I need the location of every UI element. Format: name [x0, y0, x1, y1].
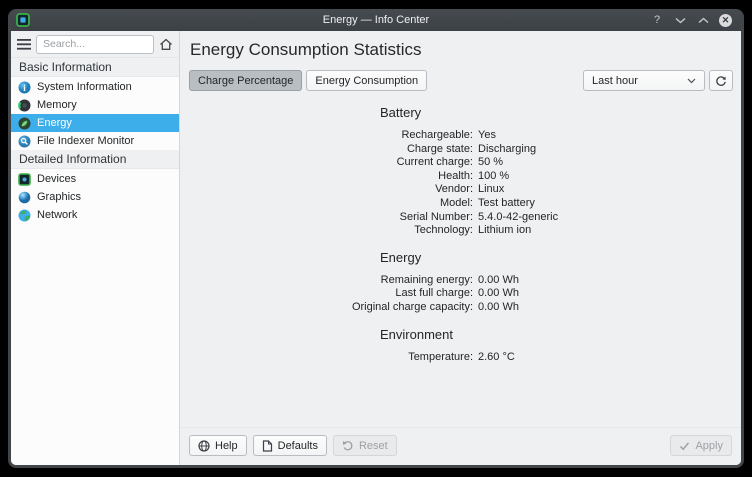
reset-undo-icon	[342, 440, 354, 451]
detail-label: Original charge capacity:	[180, 301, 473, 315]
detail-value: 2.60 °C	[478, 351, 741, 365]
sidebar-item-energy[interactable]: Energy	[11, 114, 179, 132]
sidebar-item-system-information[interactable]: i System Information	[11, 78, 179, 96]
defaults-button-label: Defaults	[278, 440, 318, 452]
main-panel: Energy Consumption Statistics Charge Per…	[180, 31, 741, 465]
maximize-button[interactable]	[696, 13, 710, 27]
hamburger-menu-icon[interactable]	[17, 39, 31, 50]
chevron-down-icon	[687, 78, 696, 84]
sidebar-section-detailed-information: Detailed Information	[11, 150, 179, 169]
details-content: Battery Rechargeable: Yes Charge state: …	[180, 91, 741, 427]
sidebar: Basic Information i System Information	[11, 31, 180, 465]
detail-label: Health:	[180, 170, 473, 184]
sidebar-item-devices[interactable]: Devices	[11, 170, 179, 188]
time-range-dropdown[interactable]: Last hour	[583, 70, 705, 91]
apply-check-icon	[679, 441, 690, 451]
sidebar-item-file-indexer-monitor[interactable]: File Indexer Monitor	[11, 132, 179, 150]
energy-icon	[18, 117, 31, 130]
page-title: Energy Consumption Statistics	[190, 40, 733, 60]
sidebar-item-label: File Indexer Monitor	[37, 135, 134, 147]
sidebar-item-memory[interactable]: Memory	[11, 96, 179, 114]
file-indexer-icon	[18, 135, 31, 148]
search-input[interactable]	[36, 35, 154, 54]
footer-button-bar: Help Defaults	[180, 427, 741, 465]
detail-value: Lithium ion	[478, 224, 741, 238]
section-title-environment: Environment	[380, 327, 741, 342]
detail-label: Last full charge:	[180, 287, 473, 301]
network-icon	[18, 209, 31, 222]
detail-label: Model:	[180, 197, 473, 211]
detail-label: Technology:	[180, 224, 473, 238]
detail-label: Serial Number:	[180, 211, 473, 225]
help-button[interactable]: Help	[189, 435, 247, 456]
sidebar-toolbar	[11, 31, 179, 58]
sidebar-item-graphics[interactable]: Graphics	[11, 188, 179, 206]
reset-button-label: Reset	[359, 440, 388, 452]
detail-label: Current charge:	[180, 156, 473, 170]
detail-label: Rechargeable:	[180, 129, 473, 143]
graphics-icon	[18, 191, 31, 204]
battery-details: Rechargeable: Yes Charge state: Discharg…	[180, 129, 741, 238]
apply-button[interactable]: Apply	[670, 435, 732, 456]
minimize-button[interactable]	[673, 13, 687, 27]
detail-value: 50 %	[478, 156, 741, 170]
detail-label: Charge state:	[180, 143, 473, 157]
tab-energy-consumption[interactable]: Energy Consumption	[306, 70, 427, 91]
system-information-icon: i	[18, 81, 31, 94]
detail-value: 5.4.0-42-generic	[478, 211, 741, 225]
sidebar-item-label: System Information	[37, 81, 132, 93]
detail-label: Temperature:	[180, 351, 473, 365]
reset-button[interactable]: Reset	[333, 435, 397, 456]
environment-details: Temperature: 2.60 °C	[180, 351, 741, 365]
devices-icon	[18, 173, 31, 186]
detail-value: Test battery	[478, 197, 741, 211]
window-title: Energy — Info Center	[11, 14, 741, 26]
sidebar-item-label: Network	[37, 209, 77, 221]
section-title-battery: Battery	[380, 105, 741, 120]
sidebar-item-label: Graphics	[37, 191, 81, 203]
info-center-window: Energy — Info Center ? ✕	[8, 9, 744, 468]
help-icon	[198, 440, 210, 452]
sidebar-item-label: Devices	[37, 173, 76, 185]
detail-value: Discharging	[478, 143, 741, 157]
memory-icon	[18, 99, 31, 112]
help-titlebar-button[interactable]: ?	[650, 13, 664, 27]
detail-label: Remaining energy:	[180, 274, 473, 288]
sidebar-item-label: Memory	[37, 99, 77, 111]
detail-value: 0.00 Wh	[478, 301, 741, 315]
tab-charge-percentage[interactable]: Charge Percentage	[189, 70, 302, 91]
titlebar[interactable]: Energy — Info Center ? ✕	[11, 9, 741, 31]
apply-button-label: Apply	[695, 440, 723, 452]
sidebar-item-network[interactable]: Network	[11, 206, 179, 224]
home-icon[interactable]	[159, 38, 173, 51]
sidebar-item-label: Energy	[37, 117, 72, 129]
detail-value: Yes	[478, 129, 741, 143]
detail-value: 0.00 Wh	[478, 274, 741, 288]
section-title-energy: Energy	[380, 250, 741, 265]
sidebar-empty-area	[11, 224, 179, 465]
energy-details: Remaining energy: 0.00 Wh Last full char…	[180, 274, 741, 315]
app-icon	[16, 13, 30, 27]
help-button-label: Help	[215, 440, 238, 452]
sidebar-section-basic-information: Basic Information	[11, 58, 179, 77]
detail-value: 100 %	[478, 170, 741, 184]
detail-value: Linux	[478, 183, 741, 197]
desktop-background: { "colors": { "accent": "#3daee9", "titl…	[0, 0, 752, 477]
detail-value: 0.00 Wh	[478, 287, 741, 301]
detail-label: Vendor:	[180, 183, 473, 197]
close-button[interactable]: ✕	[719, 14, 732, 27]
time-range-value: Last hour	[592, 75, 638, 87]
refresh-button[interactable]	[709, 70, 733, 91]
defaults-button[interactable]: Defaults	[253, 435, 327, 456]
defaults-icon	[262, 440, 273, 452]
refresh-icon	[715, 75, 727, 87]
